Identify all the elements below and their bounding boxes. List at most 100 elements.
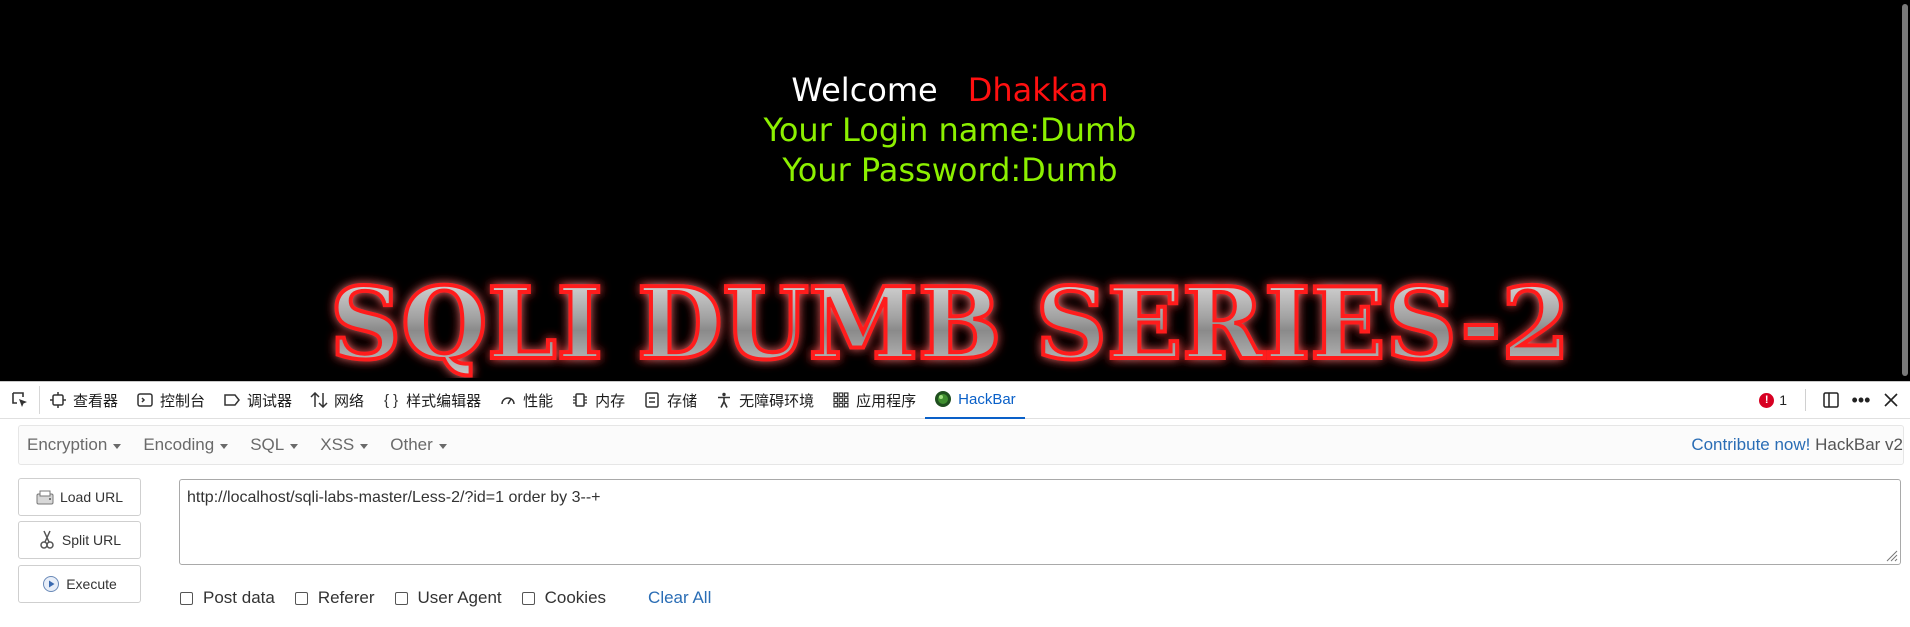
tab-label: 控制台: [160, 392, 206, 410]
hackbar-brand: Contribute now! HackBar v2: [1691, 435, 1903, 455]
welcome-line: Welcome Dhakkan: [0, 70, 1900, 110]
dock-icon: [1823, 392, 1839, 408]
split-url-button[interactable]: Split URL: [18, 521, 141, 559]
tab-label: 网络: [334, 392, 365, 410]
page-scrollbar[interactable]: [1898, 0, 1910, 381]
password-line: Your Password:Dumb: [782, 151, 1118, 189]
menu-label: SQL: [250, 435, 285, 454]
login-name-line: Your Login name:Dumb: [763, 111, 1137, 149]
tab-debugger[interactable]: 调试器: [214, 381, 301, 419]
tab-hackbar[interactable]: HackBar: [925, 381, 1025, 419]
tab-label: 应用程序: [856, 392, 917, 410]
load-url-button[interactable]: Load URL: [18, 478, 141, 516]
devtools-panel: 查看器 控制台 调试器 网络 { } 样式编辑器 性能 内存 存储 无障碍环境 …: [0, 381, 1910, 627]
error-count: 1: [1779, 392, 1787, 408]
load-url-icon: [36, 488, 54, 506]
performance-icon: [499, 391, 517, 409]
tab-label: 调试器: [247, 392, 293, 410]
element-picker-button[interactable]: [0, 386, 40, 414]
console-icon: [136, 391, 154, 409]
hackbar-icon: [934, 390, 952, 408]
toolbar-divider: [1805, 389, 1806, 411]
devtools-toolbar-right: ! 1 •••: [1759, 381, 1910, 419]
tab-label: 性能: [523, 392, 554, 410]
url-textarea[interactable]: http://localhost/sqli-labs-master/Less-2…: [179, 479, 1901, 565]
tab-style-editor[interactable]: { } 样式编辑器: [373, 381, 490, 419]
welcome-block: Welcome Dhakkan Your Login name:Dumb Your…: [0, 70, 1900, 190]
checkbox-box[interactable]: [294, 591, 308, 605]
application-icon: [832, 391, 850, 409]
debugger-icon: [223, 391, 241, 409]
ellipsis-icon: •••: [1851, 389, 1871, 410]
tab-application[interactable]: 应用程序: [823, 381, 925, 419]
scrollbar-thumb[interactable]: [1902, 4, 1908, 376]
sqli-dumb-series-banner: SQLI DUMB SERIES-2: [328, 268, 1572, 378]
caret-down-icon: [220, 443, 229, 449]
tab-storage[interactable]: 存储: [634, 381, 706, 419]
memory-icon: [571, 391, 589, 409]
tab-label: 无障碍环境: [739, 392, 815, 410]
referer-checkbox[interactable]: Referer: [294, 588, 375, 608]
checkbox-box[interactable]: [180, 591, 193, 605]
tab-network[interactable]: 网络: [301, 381, 373, 419]
banner-text: SQLI DUMB SERIES-2: [330, 268, 1570, 378]
storage-icon: [643, 391, 661, 409]
execute-button[interactable]: Execute: [18, 565, 141, 603]
inspector-icon: [49, 391, 67, 409]
tab-label: 存储: [667, 392, 698, 410]
error-icon: !: [1759, 392, 1775, 408]
tab-label: HackBar: [958, 390, 1016, 408]
option-label: User Agent: [417, 588, 502, 607]
close-icon: [1884, 393, 1898, 407]
clear-all-link[interactable]: Clear All: [648, 588, 711, 608]
hackbar-menubar: Encryption Encoding SQL XSS Other Contri…: [18, 425, 1904, 465]
caret-down-icon: [438, 443, 447, 449]
hackbar-version: HackBar v2: [1815, 435, 1903, 454]
scissors-icon: [38, 530, 56, 549]
caret-down-icon: [290, 443, 299, 449]
devtools-toolbar: 查看器 控制台 调试器 网络 { } 样式编辑器 性能 内存 存储 无障碍环境 …: [0, 381, 1910, 419]
element-picker-icon: [11, 392, 27, 407]
tab-performance[interactable]: 性能: [490, 381, 562, 419]
post-data-checkbox[interactable]: Post data: [180, 588, 275, 608]
option-label: Referer: [317, 588, 375, 607]
menu-label: Encoding: [143, 435, 215, 454]
checkbox-box[interactable]: [521, 591, 535, 605]
web-page-content: Welcome Dhakkan Your Login name:Dumb Your…: [0, 0, 1910, 381]
menu-label: Other: [390, 435, 433, 454]
more-options-button[interactable]: •••: [1846, 385, 1876, 415]
network-icon: [310, 391, 328, 409]
error-count-badge[interactable]: ! 1: [1759, 392, 1787, 408]
tab-accessibility[interactable]: 无障碍环境: [706, 381, 823, 419]
menu-encoding[interactable]: Encoding: [135, 435, 236, 455]
button-label: Load URL: [59, 489, 124, 505]
menu-encryption[interactable]: Encryption: [19, 435, 129, 455]
checkbox-box[interactable]: [394, 591, 408, 605]
menu-sql[interactable]: SQL: [242, 435, 306, 455]
contribute-link[interactable]: Contribute now!: [1691, 435, 1810, 454]
resize-grip-icon[interactable]: [1884, 548, 1898, 562]
tab-inspector[interactable]: 查看器: [40, 381, 127, 419]
tab-memory[interactable]: 内存: [562, 381, 634, 419]
tab-label: 查看器: [73, 392, 119, 410]
menu-xss[interactable]: XSS: [312, 435, 376, 455]
close-devtools-button[interactable]: [1876, 385, 1906, 415]
button-label: Execute: [66, 576, 117, 592]
menu-label: XSS: [320, 435, 355, 454]
hackbar-options: Post data Referer User Agent Cookies Cle…: [180, 588, 711, 608]
dock-options-button[interactable]: [1816, 385, 1846, 415]
menu-other[interactable]: Other: [382, 435, 455, 455]
tab-console[interactable]: 控制台: [127, 381, 214, 419]
button-label: Split URL: [61, 532, 122, 548]
menu-label: Encryption: [27, 435, 108, 454]
tab-label: 内存: [595, 392, 626, 410]
caret-down-icon: [360, 443, 369, 449]
url-value: http://localhost/sqli-labs-master/Less-2…: [187, 489, 601, 506]
user-agent-checkbox[interactable]: User Agent: [394, 588, 502, 608]
welcome-text: Welcome: [791, 71, 938, 109]
play-icon: [42, 575, 60, 593]
cookies-checkbox[interactable]: Cookies: [521, 588, 607, 608]
accessibility-icon: [715, 391, 733, 409]
option-label: Cookies: [544, 588, 607, 607]
option-label: Post data: [203, 588, 275, 607]
